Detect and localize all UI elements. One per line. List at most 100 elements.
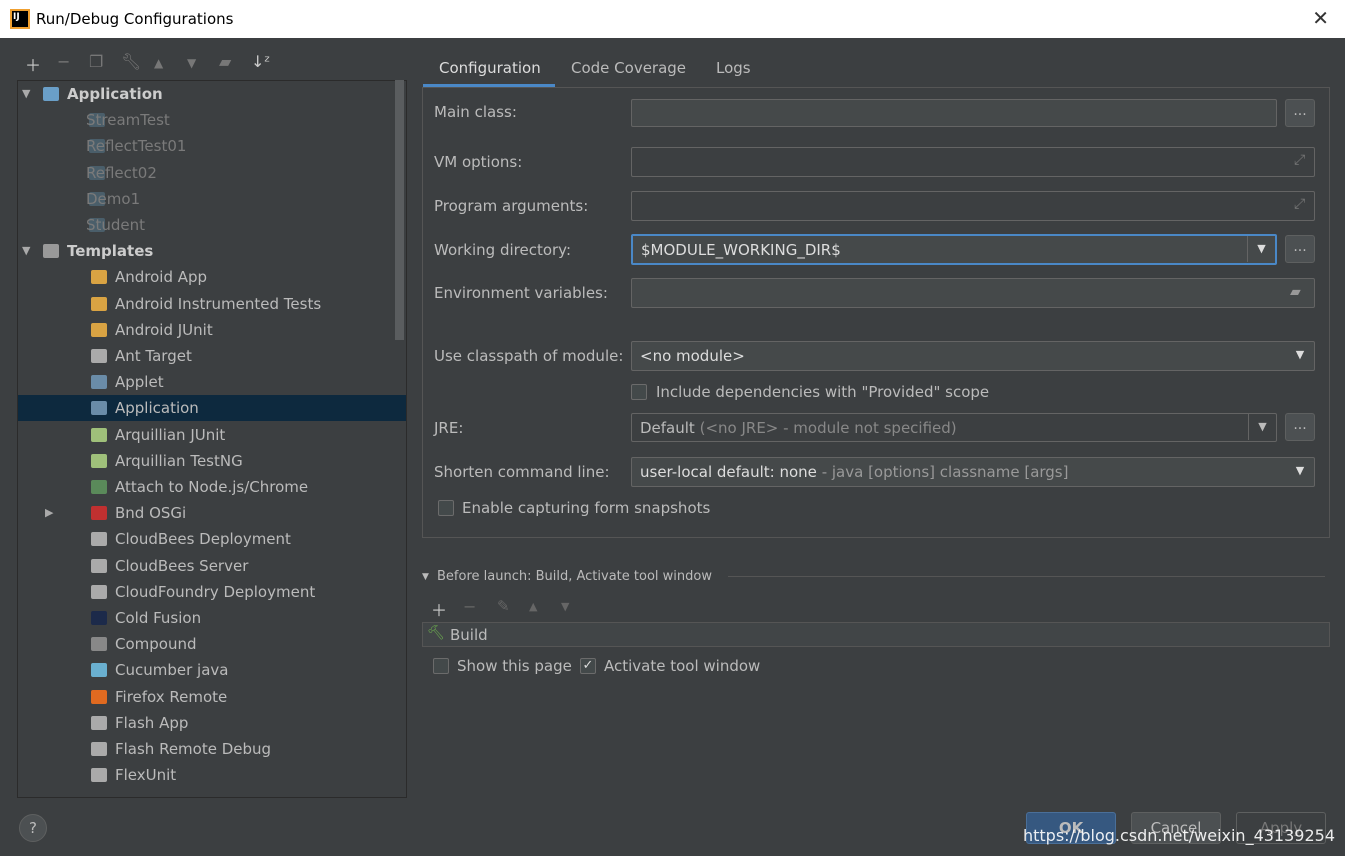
jre-browse-button[interactable]: ... xyxy=(1285,413,1315,441)
applet-icon xyxy=(91,375,107,390)
tree-item[interactable]: Flash Remote Debug xyxy=(18,736,406,762)
tree-item[interactable]: Android JUnit xyxy=(18,317,406,343)
move-up-icon[interactable]: ▲ xyxy=(154,56,163,70)
classpath-module-select[interactable]: <no module> ▼ xyxy=(631,341,1315,371)
working-directory-label: Working directory: xyxy=(434,241,572,259)
program-arguments-input[interactable] xyxy=(631,191,1315,221)
tree-item[interactable]: ReflectTest01 xyxy=(18,133,406,159)
expanded-arrow-icon[interactable]: ▼ xyxy=(22,81,30,107)
sort-icon[interactable]: ↓ᶻ xyxy=(251,52,270,71)
tree-item[interactable]: StreamTest xyxy=(18,107,406,133)
before-launch-list[interactable]: 🔨︎ Build xyxy=(422,622,1330,647)
move-down-icon[interactable]: ▼ xyxy=(187,56,196,70)
tree-item-label: Android Instrumented Tests xyxy=(115,294,322,313)
tree-item[interactable]: Reflect02 xyxy=(18,160,406,186)
firefox-icon xyxy=(91,689,107,704)
chevron-down-icon[interactable]: ▼ xyxy=(1286,342,1314,368)
main-class-browse-button[interactable]: ... xyxy=(1285,99,1315,127)
activate-tool-window-checkbox[interactable]: ✓ xyxy=(580,658,596,674)
include-provided-label: Include dependencies with "Provided" sco… xyxy=(656,383,990,401)
environment-variables-input[interactable] xyxy=(631,278,1315,308)
wrench-icon xyxy=(43,244,59,259)
main-class-input[interactable] xyxy=(631,99,1277,127)
tree-item-label: FlexUnit xyxy=(115,766,177,785)
configuration-tree[interactable]: ▼ Application StreamTest ReflectTest01 Refle… xyxy=(17,80,407,798)
tree-item[interactable]: Demo1 xyxy=(18,186,406,212)
main-class-label: Main class: xyxy=(434,103,517,121)
expanded-arrow-icon[interactable]: ▼ xyxy=(22,238,30,264)
include-provided-checkbox[interactable] xyxy=(631,384,647,400)
tree-item[interactable]: Applet xyxy=(18,369,406,395)
collapsed-arrow-icon[interactable]: ▶ xyxy=(45,500,53,526)
wrench-icon[interactable]: 🔧︎ xyxy=(121,52,141,71)
capture-snapshots-checkbox[interactable] xyxy=(438,500,454,516)
show-this-page-checkbox[interactable] xyxy=(433,658,449,674)
chevron-down-icon[interactable]: ▼ xyxy=(1286,458,1314,484)
move-up-icon[interactable]: ▲ xyxy=(529,600,537,613)
folder-icon[interactable]: ▰ xyxy=(1290,284,1301,300)
tree-item[interactable]: Compound xyxy=(18,631,406,657)
vm-options-label: VM options: xyxy=(434,153,523,171)
edit-icon[interactable]: ✎ xyxy=(497,597,510,615)
copy-icon[interactable]: ❐ xyxy=(89,52,103,71)
tree-item-label: Android App xyxy=(115,268,208,287)
tree-item[interactable]: Android App xyxy=(18,264,406,290)
tree-scrollbar[interactable] xyxy=(395,80,404,340)
tree-item[interactable]: Ant Target xyxy=(18,343,406,369)
tree-item[interactable]: ▶ Bnd OSGi xyxy=(18,500,406,526)
tree-item-label: CloudBees Deployment xyxy=(115,530,291,549)
help-button[interactable]: ? xyxy=(19,814,47,842)
cloud-icon xyxy=(91,558,107,573)
tree-item[interactable]: Firefox Remote xyxy=(18,684,406,710)
move-down-icon[interactable]: ▼ xyxy=(561,600,569,613)
tree-item-label: CloudFoundry Deployment xyxy=(115,582,316,601)
tree-item[interactable]: Arquillian TestNG xyxy=(18,448,406,474)
android-icon xyxy=(91,270,107,285)
tree-item[interactable]: Attach to Node.js/Chrome xyxy=(18,474,406,500)
remove-icon[interactable]: − xyxy=(57,52,70,71)
tree-item-label: Attach to Node.js/Chrome xyxy=(115,478,309,496)
expand-icon[interactable]: ⤢ xyxy=(1294,196,1305,212)
tree-item[interactable]: Flash App xyxy=(18,710,406,736)
watermark: https://blog.csdn.net/weixin_43139254 xyxy=(1022,826,1335,845)
tree-item[interactable]: CloudBees Deployment xyxy=(18,526,406,552)
tree-item[interactable]: CloudFoundry Deployment xyxy=(18,579,406,605)
add-icon[interactable]: ＋ xyxy=(431,597,447,621)
tree-item-label: CloudBees Server xyxy=(115,556,249,575)
tree-item-label: Arquillian TestNG xyxy=(115,451,243,470)
jre-select[interactable]: Default (<no JRE> - module not specified… xyxy=(631,413,1277,442)
bnd-icon xyxy=(91,506,107,521)
tree-item[interactable]: ▼ Application xyxy=(18,81,406,107)
close-window-button[interactable]: ✕ xyxy=(1312,6,1329,30)
tree-item[interactable]: ▼ Templates xyxy=(18,238,406,264)
tree-item[interactable]: Cucumber java xyxy=(18,657,406,683)
tab-configuration[interactable]: Configuration xyxy=(439,59,541,77)
tree-item[interactable]: Application xyxy=(18,395,406,422)
vm-options-input[interactable] xyxy=(631,147,1315,177)
tree-item[interactable]: Android Instrumented Tests xyxy=(18,291,406,317)
chevron-down-icon[interactable]: ▼ xyxy=(1248,414,1276,440)
shorten-value: user-local default: none xyxy=(640,463,817,481)
tree-item-label: Application xyxy=(115,399,199,418)
expand-icon[interactable]: ⤢ xyxy=(1294,152,1305,168)
working-directory-browse-button[interactable]: ... xyxy=(1285,235,1315,263)
tab-code-coverage[interactable]: Code Coverage xyxy=(571,59,686,77)
list-item[interactable]: Build xyxy=(450,626,488,644)
tree-item[interactable]: CloudBees Server xyxy=(18,553,406,579)
tree-item[interactable]: Cold Fusion xyxy=(18,605,406,631)
tree-item[interactable]: FlexUnit xyxy=(18,762,406,788)
chevron-down-icon[interactable]: ▼ xyxy=(1247,236,1275,262)
cucumber-icon xyxy=(91,663,107,678)
working-directory-input[interactable]: $MODULE_WORKING_DIR$ ▼ xyxy=(631,234,1277,265)
shorten-hint: - java [options] classname [args] xyxy=(821,463,1069,481)
new-folder-icon[interactable]: ▰ xyxy=(219,52,231,71)
add-icon[interactable]: ＋ xyxy=(25,52,41,76)
shorten-command-line-select[interactable]: user-local default: none - java [options… xyxy=(631,457,1315,487)
tab-logs[interactable]: Logs xyxy=(716,59,751,77)
tree-item[interactable]: Student xyxy=(18,212,406,238)
before-launch-title[interactable]: Before launch: Build, Activate tool wind… xyxy=(437,569,712,584)
remove-icon[interactable]: − xyxy=(463,597,476,616)
tree-item[interactable]: Arquillian JUnit xyxy=(18,422,406,448)
folder-icon xyxy=(91,637,107,652)
collapse-triangle-icon[interactable]: ▼ xyxy=(422,572,429,582)
